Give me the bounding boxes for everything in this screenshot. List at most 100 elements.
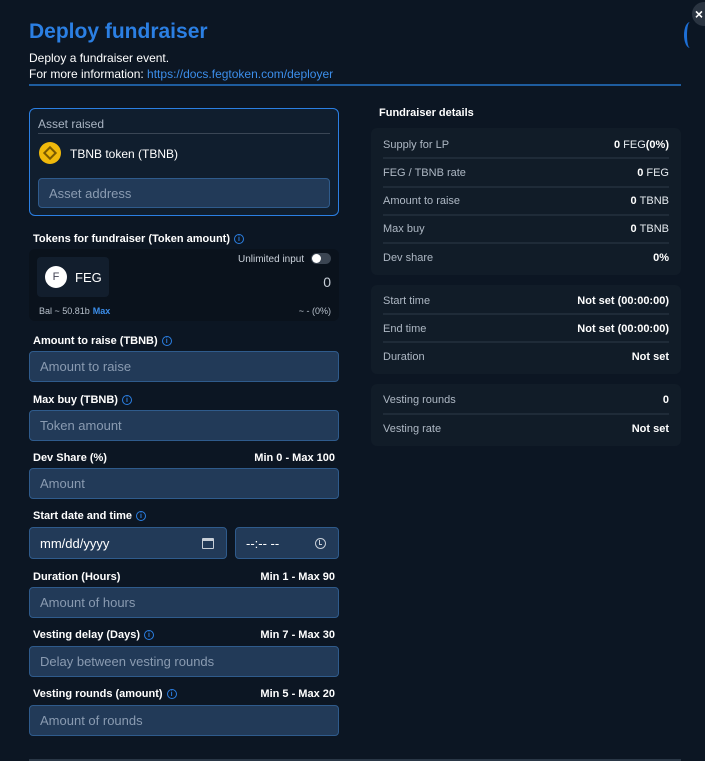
detail-value: Not set (00:00:00) (577, 295, 669, 307)
amount-to-raise-label: Amount to raise (TBNB) (33, 335, 158, 347)
vesting-rounds-range: Min 5 - Max 20 (260, 688, 335, 700)
detail-value: 0 (662, 394, 669, 406)
vesting-delay-label: Vesting delay (Days) (33, 629, 140, 641)
asset-token-name[interactable]: TBNB token (TBNB) (70, 147, 178, 161)
row-divider (383, 214, 669, 216)
info-icon[interactable]: i (136, 511, 147, 521)
detail-value: 0 FEG (637, 167, 669, 179)
asset-raised-label: Asset raised (38, 117, 105, 131)
detail-row-rate: FEG / TBNB rate 0 FEG (383, 167, 669, 179)
max-buy-input[interactable]: Token amount (29, 410, 339, 441)
max-buy-label-row: Max buy (TBNB) i (33, 394, 132, 406)
info-icon[interactable]: i (121, 395, 132, 405)
detail-key: Max buy (383, 223, 425, 235)
info-prefix: For more information: (29, 67, 144, 81)
start-date-input[interactable]: mm/dd/yyyy (29, 527, 227, 559)
date-value: mm/dd/yyyy (40, 535, 110, 551)
vesting-rounds-label: Vesting rounds (amount) (33, 688, 163, 700)
vesting-rounds-input[interactable]: Amount of rounds (29, 705, 339, 736)
duration-label-row: Duration (Hours) (33, 571, 120, 583)
details-card-times: Start time Not set (00:00:00) End time N… (371, 285, 681, 374)
dev-share-label-row: Dev Share (%) (33, 452, 107, 464)
clock-icon[interactable] (315, 537, 326, 549)
detail-key: Amount to raise (383, 195, 461, 207)
page-subtitle: Deploy a fundraiser event. (29, 51, 170, 65)
tokens-label: Tokens for fundraiser (Token amount) (33, 233, 230, 245)
row-divider (383, 413, 669, 415)
usd-value: ~ - (0%) (298, 306, 331, 316)
row-divider (383, 157, 669, 159)
dev-share-label: Dev Share (%) (33, 452, 107, 464)
detail-key: Supply for LP (383, 139, 450, 151)
max-buy-label: Max buy (TBNB) (33, 394, 118, 406)
info-icon[interactable]: i (161, 336, 172, 346)
detail-value: Not set (631, 423, 669, 435)
detail-key: Vesting rounds (383, 394, 456, 406)
start-time-input[interactable]: --:-- -- (235, 527, 339, 559)
start-date-label-row: Start date and time i (33, 510, 147, 522)
feg-logo-icon: F (45, 266, 67, 288)
details-title: Fundraiser details (379, 107, 474, 119)
token-selector[interactable]: F FEG (37, 257, 109, 297)
balance-row: Bal ~ 50.81b Max (39, 306, 110, 316)
header-divider (29, 84, 681, 86)
amount-to-raise-label-row: Amount to raise (TBNB) i (33, 335, 172, 347)
info-line: For more information: https://docs.fegto… (29, 66, 681, 82)
detail-row-duration: Duration Not set (383, 351, 669, 363)
detail-row-devshare: Dev share 0% (383, 252, 669, 264)
docs-link[interactable]: https://docs.fegtoken.com/deployer (147, 67, 333, 81)
info-icon[interactable]: i (166, 689, 177, 699)
asset-divider (38, 133, 330, 134)
info-icon[interactable]: i (234, 234, 244, 244)
page-title: Deploy fundraiser (29, 20, 208, 43)
detail-row-start: Start time Not set (00:00:00) (383, 295, 669, 307)
unlimited-input-toggle[interactable] (311, 253, 331, 264)
vesting-rounds-label-row: Vesting rounds (amount) i (33, 688, 177, 700)
token-amount-input[interactable]: 0 (323, 274, 331, 290)
max-button[interactable]: Max (93, 306, 111, 316)
detail-row-vesting-rounds: Vesting rounds 0 (383, 394, 669, 406)
vesting-delay-range: Min 7 - Max 30 (260, 629, 335, 641)
start-date-label: Start date and time (33, 510, 133, 522)
detail-key: Start time (383, 295, 431, 307)
bnb-token-icon (39, 142, 61, 164)
dev-share-range: Min 0 - Max 100 (254, 452, 335, 464)
header: Deploy fundraiser Deploy a fundraiser ev… (29, 18, 681, 82)
detail-key: FEG / TBNB rate (383, 167, 466, 179)
scroll-edge-indicator (684, 22, 696, 48)
dev-share-input[interactable]: Amount (29, 468, 339, 499)
vesting-delay-input[interactable]: Delay between vesting rounds (29, 646, 339, 677)
detail-key: Vesting rate (383, 423, 442, 435)
tokens-label-row: Tokens for fundraiser (Token amount) i (33, 233, 244, 245)
detail-row-amount: Amount to raise 0 TBNB (383, 195, 669, 207)
balance-text: Bal ~ 50.81b (39, 306, 90, 316)
detail-key: End time (383, 323, 427, 335)
detail-row-vesting-rate: Vesting rate Not set (383, 423, 669, 435)
asset-address-input[interactable]: Asset address (38, 178, 330, 208)
duration-range: Min 1 - Max 90 (260, 571, 335, 583)
duration-label: Duration (Hours) (33, 571, 121, 583)
detail-key: Duration (383, 351, 425, 363)
close-button[interactable]: × (692, 2, 705, 26)
details-card-amounts: Supply for LP 0 FEG(0%) FEG / TBNB rate … (371, 128, 681, 275)
time-value: --:-- -- (246, 535, 280, 551)
asset-raised-box: Asset raised TBNB token (TBNB) Asset add… (29, 108, 339, 216)
calendar-icon[interactable] (202, 537, 214, 549)
token-symbol: FEG (75, 270, 102, 285)
detail-value: 0 TBNB (630, 195, 669, 207)
detail-key: Dev share (383, 252, 434, 264)
detail-value: 0% (653, 252, 669, 264)
detail-value: 0 FEG(0%) (613, 139, 669, 151)
duration-input[interactable]: Amount of hours (29, 587, 339, 618)
info-icon[interactable]: i (144, 630, 154, 640)
amount-to-raise-input[interactable]: Amount to raise (29, 351, 339, 382)
row-divider (383, 341, 669, 343)
detail-row-maxbuy: Max buy 0 TBNB (383, 223, 669, 235)
vesting-delay-label-row: Vesting delay (Days) i (33, 629, 154, 641)
detail-row-end: End time Not set (00:00:00) (383, 323, 669, 335)
details-card-vesting: Vesting rounds 0 Vesting rate Not set (371, 384, 681, 446)
row-divider (383, 242, 669, 244)
row-divider (383, 313, 669, 315)
row-divider (383, 186, 669, 188)
token-amount-panel: F FEG Unlimited input 0 Bal ~ 50.81b Max … (29, 249, 339, 321)
